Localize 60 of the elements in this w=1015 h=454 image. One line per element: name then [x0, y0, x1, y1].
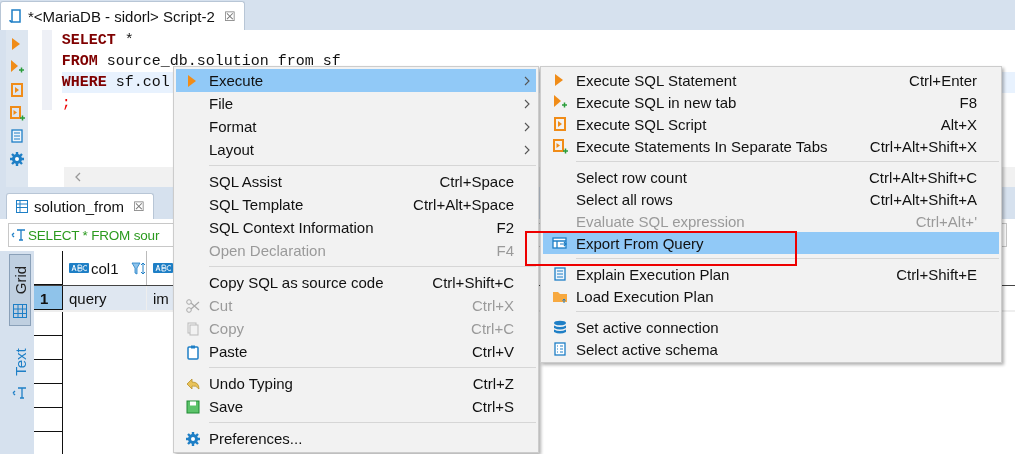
code-line: FROM source_db.solution_from sf	[61, 52, 341, 72]
document-icon	[9, 128, 25, 144]
settings-icon	[9, 151, 25, 167]
menu-item[interactable]: Select all rows Ctrl+Alt+Shift+A	[543, 188, 999, 210]
menu-item[interactable]: Format	[176, 115, 536, 138]
editor-tab[interactable]: *<MariaDB - sidorl> Script-2 ☒	[0, 1, 245, 30]
menu-item[interactable]: SQL Context Information F2	[176, 216, 536, 239]
script-plus-icon	[9, 105, 25, 121]
menu-item[interactable]: Explain Execution Plan Ctrl+Shift+E	[543, 263, 999, 285]
close-icon[interactable]: ☒	[223, 8, 236, 24]
menu-item[interactable]: Execute SQL in new tab F8	[543, 91, 999, 113]
menu-item[interactable]: Undo Typing Ctrl+Z	[176, 372, 536, 395]
column-header[interactable]: col1	[63, 251, 147, 285]
code-line: SELECT *	[61, 31, 134, 51]
database-icon	[551, 319, 568, 335]
scissors-icon	[184, 297, 201, 314]
grid-icon	[12, 303, 28, 319]
script-plus-icon	[551, 138, 568, 154]
menu-item[interactable]: Load Execution Plan	[543, 285, 999, 307]
play-plus-icon	[9, 59, 25, 75]
code-line: WHERE sf.col	[61, 73, 170, 93]
text-type-icon	[69, 263, 89, 273]
menu-item[interactable]: Layout	[176, 138, 536, 161]
play-plus-icon	[551, 94, 568, 110]
schema-list-icon	[551, 341, 568, 357]
row-number: 1	[34, 286, 63, 310]
copy-icon	[184, 320, 201, 337]
menu-item[interactable]: Save Ctrl+S	[176, 395, 536, 418]
results-tab[interactable]: solution_from ☒	[6, 193, 155, 219]
menu-item[interactable]: Execute SQL Script Alt+X	[543, 113, 999, 135]
menu-item[interactable]: Execute SQL Statement Ctrl+Enter	[543, 69, 999, 91]
menu-item[interactable]: Execute	[176, 69, 536, 92]
menu-item[interactable]: Export From Query	[543, 232, 999, 254]
script-icon	[9, 8, 23, 24]
text-mode-icon	[11, 227, 27, 243]
code-line: ;	[61, 94, 71, 114]
menu-item[interactable]: Preferences...	[176, 427, 536, 450]
clipboard-icon	[184, 343, 201, 360]
grid-corner	[34, 251, 63, 285]
table-icon	[15, 199, 29, 214]
menu-item[interactable]: Select active schema	[543, 338, 999, 360]
document-icon	[551, 266, 568, 282]
menu-item[interactable]: Execute Statements In Separate Tabs Ctrl+Alt+Shift+X	[543, 135, 999, 157]
script-play-icon	[9, 82, 25, 98]
menu-item[interactable]: Paste Ctrl+V	[176, 340, 536, 363]
menu-item[interactable]: SQL Assist Ctrl+Space	[176, 170, 536, 193]
menu-item[interactable]: Select row count Ctrl+Alt+Shift+C	[543, 166, 999, 188]
close-icon[interactable]: ☒	[133, 199, 146, 214]
settings-icon	[184, 430, 201, 447]
scroll-left-icon	[74, 172, 82, 182]
menu-item[interactable]: Set active connection	[543, 316, 999, 338]
text-mode-icon	[12, 385, 28, 401]
table-export-icon	[551, 235, 568, 251]
text-type-icon	[153, 263, 173, 273]
table-cell: query	[63, 286, 147, 310]
view-tab[interactable]: Grid	[9, 254, 31, 326]
menu-item[interactable]: SQL Template Ctrl+Alt+Space	[176, 193, 536, 216]
filter-sort-icon	[130, 260, 147, 276]
menu-item[interactable]: File	[176, 92, 536, 115]
script-play-icon	[551, 116, 568, 132]
